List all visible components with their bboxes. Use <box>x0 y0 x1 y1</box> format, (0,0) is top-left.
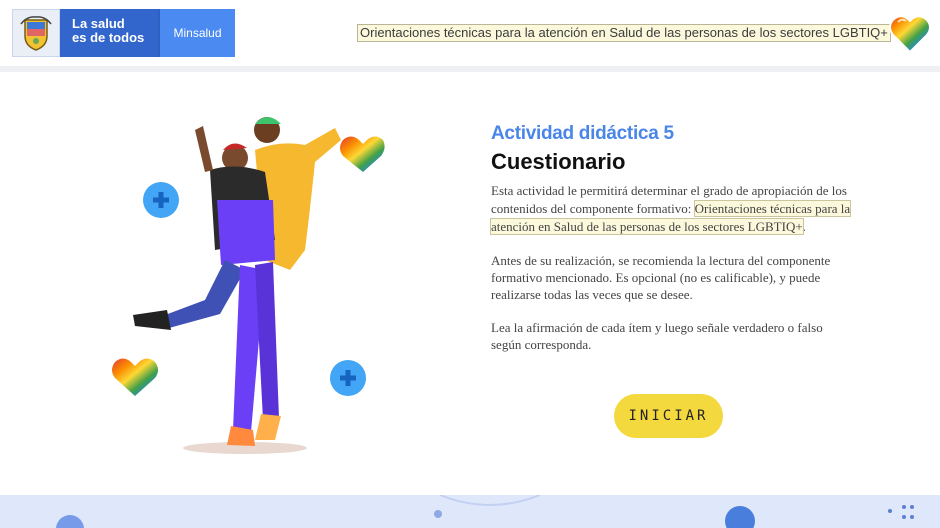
coat-of-arms-icon <box>12 9 60 57</box>
page-title: Cuestionario <box>491 149 626 174</box>
logo-line-1: La salud <box>72 16 125 31</box>
course-title: Orientaciones técnicas para la atención … <box>357 24 891 42</box>
logo-slogan: La salud es de todos <box>60 9 158 57</box>
logo-ministry: Minsalud <box>158 9 235 57</box>
illustration-couple <box>105 100 395 460</box>
footer-decoration <box>0 495 940 528</box>
minsalud-logo[interactable]: La salud es de todos Minsalud <box>12 9 237 57</box>
rainbow-heart-icon <box>112 358 158 396</box>
top-header: La salud es de todos Minsalud Orientacio… <box>0 0 940 66</box>
activity-kicker: Actividad didáctica 5 <box>491 123 674 144</box>
instructions-paragraph: Lea la afirmación de cada ítem y luego s… <box>491 320 823 352</box>
intro-period: . <box>802 219 806 234</box>
logo-line-2: es de todos <box>72 30 145 45</box>
recommendation-paragraph: Antes de su realización, se recomienda l… <box>491 253 831 302</box>
intro-paragraph: Esta actividad le permitirá determinar e… <box>489 182 852 236</box>
heart-menu-icon[interactable] <box>888 12 932 54</box>
start-button[interactable]: INICIAR <box>614 394 723 438</box>
activity-panel: Actividad didáctica 5 Cuestionario Esta … <box>489 122 852 353</box>
header-divider <box>0 66 940 72</box>
